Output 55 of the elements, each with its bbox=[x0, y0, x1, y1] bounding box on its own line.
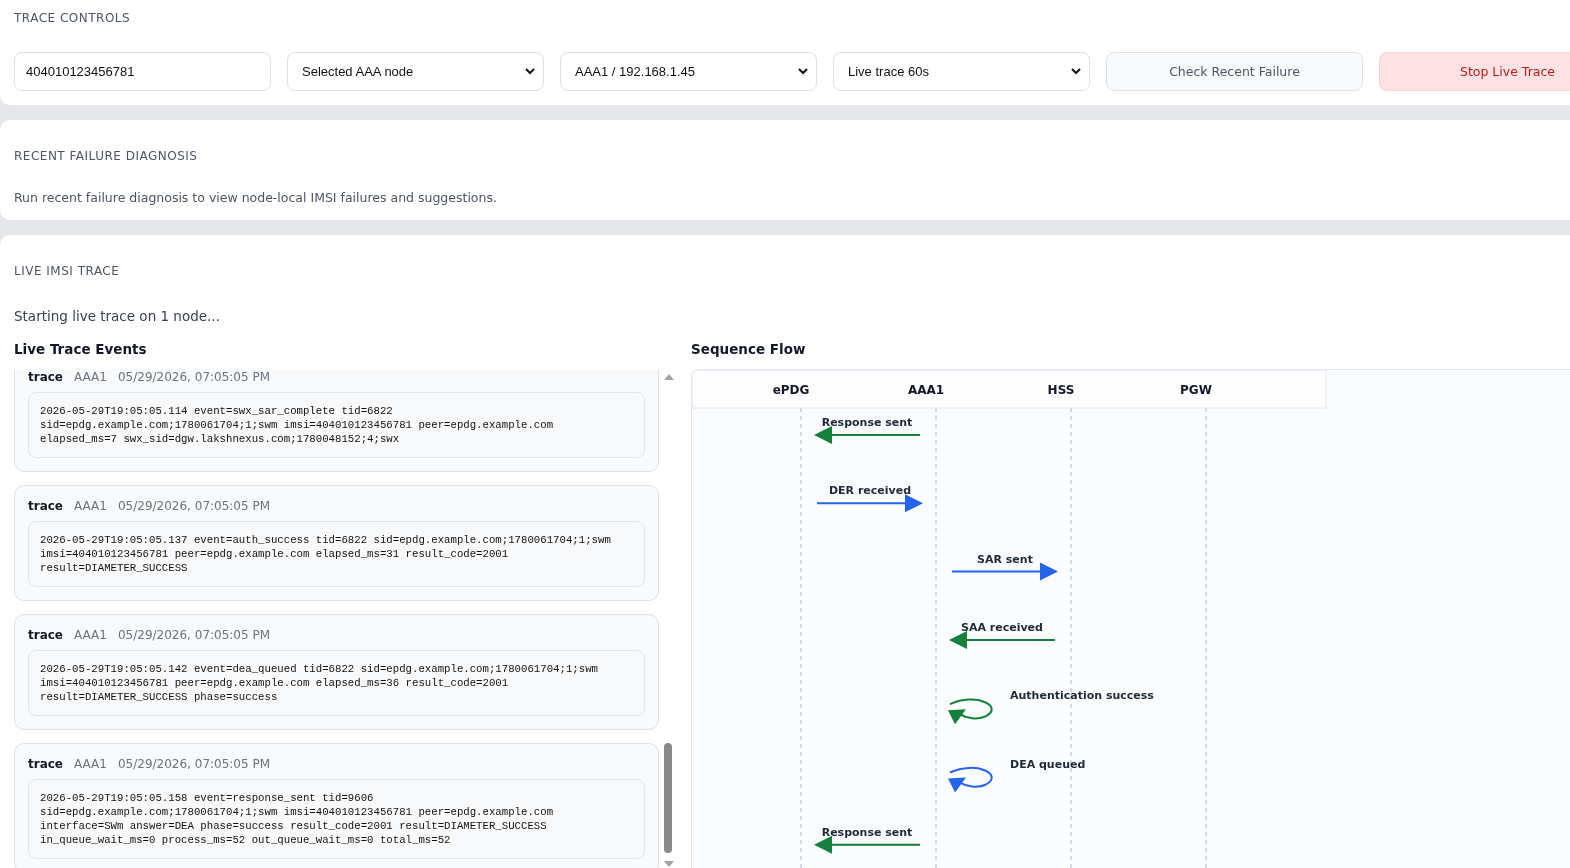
log-line: result=DIAMETER_SUCCESS phase=success bbox=[40, 690, 279, 704]
log-line: interface=SWm answer=DEA phase=success result_code=2001 result=DIAMETER_SUCCESS bbox=[40, 819, 548, 833]
scroll-down-icon[interactable] bbox=[664, 861, 674, 867]
event-type: trace bbox=[28, 628, 63, 642]
log-line: imsi=404010123456781 peer=epdg.example.com elapsed_ms=36 result_code=2001 bbox=[40, 676, 510, 690]
log-line: sid=epdg.example.com;1780061704;1;swm imsi=404010123456781 peer=epdg.example.com bbox=[40, 805, 555, 819]
message-label: SAR sent bbox=[977, 552, 1033, 566]
log-line: sid=epdg.example.com;1780061704;1;swm imsi=404010123456781 peer=epdg.example.com bbox=[40, 418, 555, 432]
event-time: 05/29/2026, 07:05:05 PM bbox=[117, 499, 271, 513]
section-title: LIVE IMSI TRACE bbox=[14, 263, 121, 278]
log-line: imsi=404010123456781 peer=epdg.example.com elapsed_ms=31 result_code=2001 bbox=[40, 547, 510, 561]
message-label: Response sent bbox=[821, 416, 913, 429]
event-type: trace bbox=[28, 757, 63, 771]
message-label: DER received bbox=[828, 484, 912, 498]
node-label: AAA1 bbox=[74, 757, 107, 771]
node-label: AAA1 bbox=[74, 499, 107, 513]
participant-label: AAA1 bbox=[907, 383, 945, 397]
participant-label: HSS bbox=[1047, 383, 1075, 397]
log-line: result=DIAMETER_SUCCESS bbox=[40, 561, 189, 575]
dropdown[interactable]: AAA1 / 192.168.1.45 bbox=[560, 52, 817, 91]
message-label: DEA queued bbox=[1010, 757, 1086, 771]
events-heading: Live Trace Events bbox=[14, 341, 148, 359]
scroll-thumb[interactable] bbox=[664, 743, 672, 853]
event-time: 05/29/2026, 07:05:05 PM bbox=[117, 628, 271, 642]
log-line: in_queue_wait_ms=0 process_ms=52 out_queue_wait_ms=0 total_ms=52 bbox=[40, 833, 452, 847]
log-line: elapsed_ms=7 swx_sid=dgw.lakshnexus.com;1780048152;4;swx bbox=[40, 432, 401, 446]
log-line: 2026-05-29T19:05:05.142 event=dea_queued tid=6822 sid=epdg.example.com;1780061704;1;swm bbox=[40, 662, 599, 676]
scroll-up-icon[interactable] bbox=[664, 374, 674, 380]
diagnosis-message: Run recent failure diagnosis to view node-local IMSI failures and suggestions. bbox=[14, 190, 498, 205]
participant-label: PGW bbox=[1180, 383, 1212, 397]
action-button[interactable]: Check Recent Failure bbox=[1106, 52, 1363, 91]
message-label: SAA received bbox=[961, 620, 1043, 634]
trace-status: Starting live trace on 1 node... bbox=[14, 308, 221, 324]
action-button[interactable]: Stop Live Trace bbox=[1379, 52, 1570, 91]
dropdown[interactable]: Live trace 60s bbox=[833, 52, 1090, 91]
event-time: 05/29/2026, 07:05:05 PM bbox=[117, 757, 271, 771]
chevron-icon bbox=[525, 68, 535, 75]
node-label: AAA1 bbox=[74, 370, 107, 384]
section-title: TRACE CONTROLS bbox=[14, 10, 132, 25]
event-time: 05/29/2026, 07:05:05 PM bbox=[117, 370, 271, 384]
event-type: trace bbox=[28, 499, 63, 513]
log-line: 2026-05-29T19:05:05.137 event=auth_success tid=6822 sid=epdg.example.com;1780061704;1;swm bbox=[40, 533, 612, 547]
event-type: trace bbox=[28, 370, 63, 384]
participant-label: ePDG bbox=[772, 383, 810, 397]
log-line: 2026-05-29T19:05:05.158 event=response_sent tid=9606 bbox=[40, 791, 375, 805]
sequence-heading: Sequence Flow bbox=[691, 341, 807, 359]
message-label: Authentication success bbox=[1010, 689, 1154, 703]
chevron-icon bbox=[1071, 68, 1081, 75]
log-line: 2026-05-29T19:05:05.114 event=swx_sar_complete tid=6822 bbox=[40, 404, 394, 418]
imsi-field[interactable]: 404010123456781 bbox=[14, 52, 271, 91]
chevron-icon bbox=[798, 68, 808, 75]
node-label: AAA1 bbox=[74, 628, 107, 642]
dropdown[interactable]: Selected AAA node bbox=[287, 52, 544, 91]
section-title: RECENT FAILURE DIAGNOSIS bbox=[14, 148, 199, 163]
message-label: Response sent bbox=[821, 825, 913, 839]
